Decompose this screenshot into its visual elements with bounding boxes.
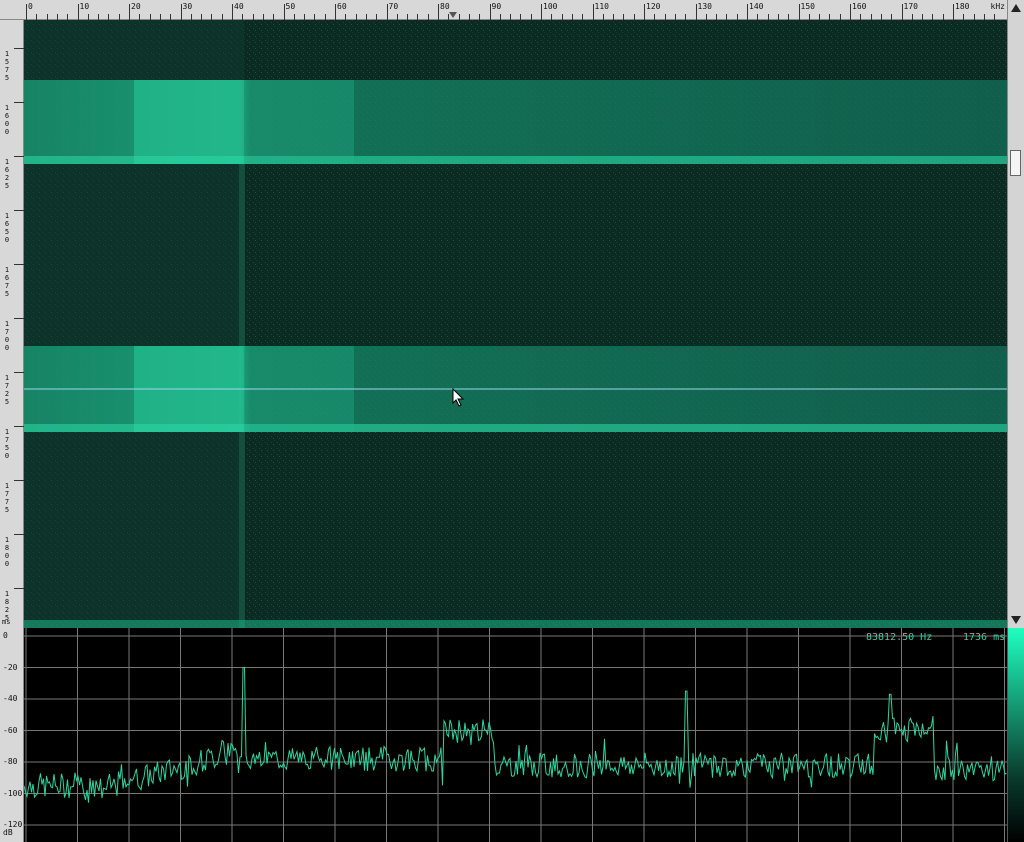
frequency-tick-label: 10 — [79, 2, 90, 11]
frequency-ruler[interactable]: kHz 0 10 20 30 40 50 60 70 80 90 100 110 120 130 140 15… — [0, 0, 1007, 20]
time-tick-label: 1 7 7 5 — [4, 482, 10, 514]
frequency-tick-label: 80 — [440, 2, 450, 11]
time-tick-label: 1 6 2 5 — [4, 158, 10, 190]
frequency-tick-label: 50 — [285, 2, 296, 11]
frequency-tick-label: 120 — [646, 2, 661, 11]
frequency-tick-label: 20 — [131, 2, 141, 11]
frequency-readout: 83812.50 Hz — [866, 632, 933, 643]
frequency-tick-label: 140 — [749, 2, 764, 11]
frequency-tick-label: 40 — [234, 2, 244, 11]
time-tick — [14, 426, 24, 427]
time-tick — [14, 318, 24, 319]
intensity-colorbar — [1007, 628, 1024, 842]
time-tick — [14, 588, 24, 589]
time-tick-label: 1 6 5 0 — [4, 212, 10, 244]
spectrum-plot[interactable] — [24, 628, 1007, 842]
scrollbar-thumb[interactable] — [1010, 150, 1021, 176]
waterfall-graphic — [24, 20, 1007, 628]
frequency-tick-label: 160 — [852, 2, 867, 11]
db-unit-label: dB — [3, 828, 13, 837]
frequency-tick-label: 100 — [543, 2, 558, 11]
frequency-tick-label: 170 — [903, 2, 918, 11]
db-tick-label: -60 — [3, 725, 18, 735]
time-tick — [14, 480, 24, 481]
time-tick-label: 1 7 0 0 — [4, 320, 10, 352]
spectrum-trace — [24, 667, 1007, 803]
db-ruler: 0 -20 -40 -60 -80 -100 -120 dB — [0, 628, 24, 842]
time-tick-label: 1 7 2 5 — [4, 374, 10, 406]
time-tick — [14, 264, 24, 265]
time-tick — [14, 210, 24, 211]
frequency-tick-label: 180 — [955, 2, 970, 11]
frequency-tick-label: 30 — [182, 2, 193, 11]
time-tick — [14, 372, 24, 373]
time-tick-label: 1 8 0 0 — [4, 536, 10, 568]
time-ruler: ms 1 5 7 51 6 0 01 6 2 51 6 5 01 6 7 51 … — [0, 20, 24, 628]
db-tick-label: -100 — [3, 788, 23, 798]
frequency-tick-label: 110 — [594, 2, 609, 11]
db-tick-label: 0 — [3, 631, 8, 640]
db-tick-label: -80 — [3, 757, 18, 766]
frequency-marker-icon[interactable] — [449, 12, 457, 18]
frequency-tick-label: 60 — [337, 2, 347, 11]
time-tick — [14, 48, 24, 49]
arrow-up-icon[interactable] — [1011, 4, 1021, 12]
time-tick-label: 1 6 0 0 — [4, 104, 10, 136]
mouse-pointer-icon — [452, 388, 465, 407]
spectrum-panel: 0 -20 -40 -60 -80 -100 -120 dB 83812.50 Hz 1736… — [0, 628, 1024, 842]
time-tick-label: 1 8 2 5 — [4, 590, 10, 622]
frequency-tick-label: 150 — [800, 2, 815, 11]
time-tick-label: 1 6 7 5 — [4, 266, 10, 298]
frequency-unit-label: kHz — [990, 2, 1005, 11]
time-tick — [14, 102, 24, 103]
time-tick — [14, 534, 24, 535]
frequency-tick-label: 130 — [697, 2, 712, 11]
waterfall-display[interactable] — [24, 20, 1007, 628]
time-tick-label: 1 5 7 5 — [4, 50, 10, 82]
arrow-down-icon[interactable] — [1011, 616, 1021, 624]
time-readout: 1736 ms — [963, 632, 1006, 643]
frequency-tick-label: 0 — [28, 2, 33, 11]
frequency-tick-label: 90 — [491, 2, 502, 11]
time-tick — [14, 156, 24, 157]
vertical-scrollbar[interactable] — [1007, 0, 1024, 628]
db-tick-label: -40 — [3, 694, 18, 703]
time-tick-label: 1 7 5 0 — [4, 428, 10, 460]
db-tick-label: -20 — [3, 662, 18, 672]
frequency-tick-label: 70 — [388, 2, 399, 11]
